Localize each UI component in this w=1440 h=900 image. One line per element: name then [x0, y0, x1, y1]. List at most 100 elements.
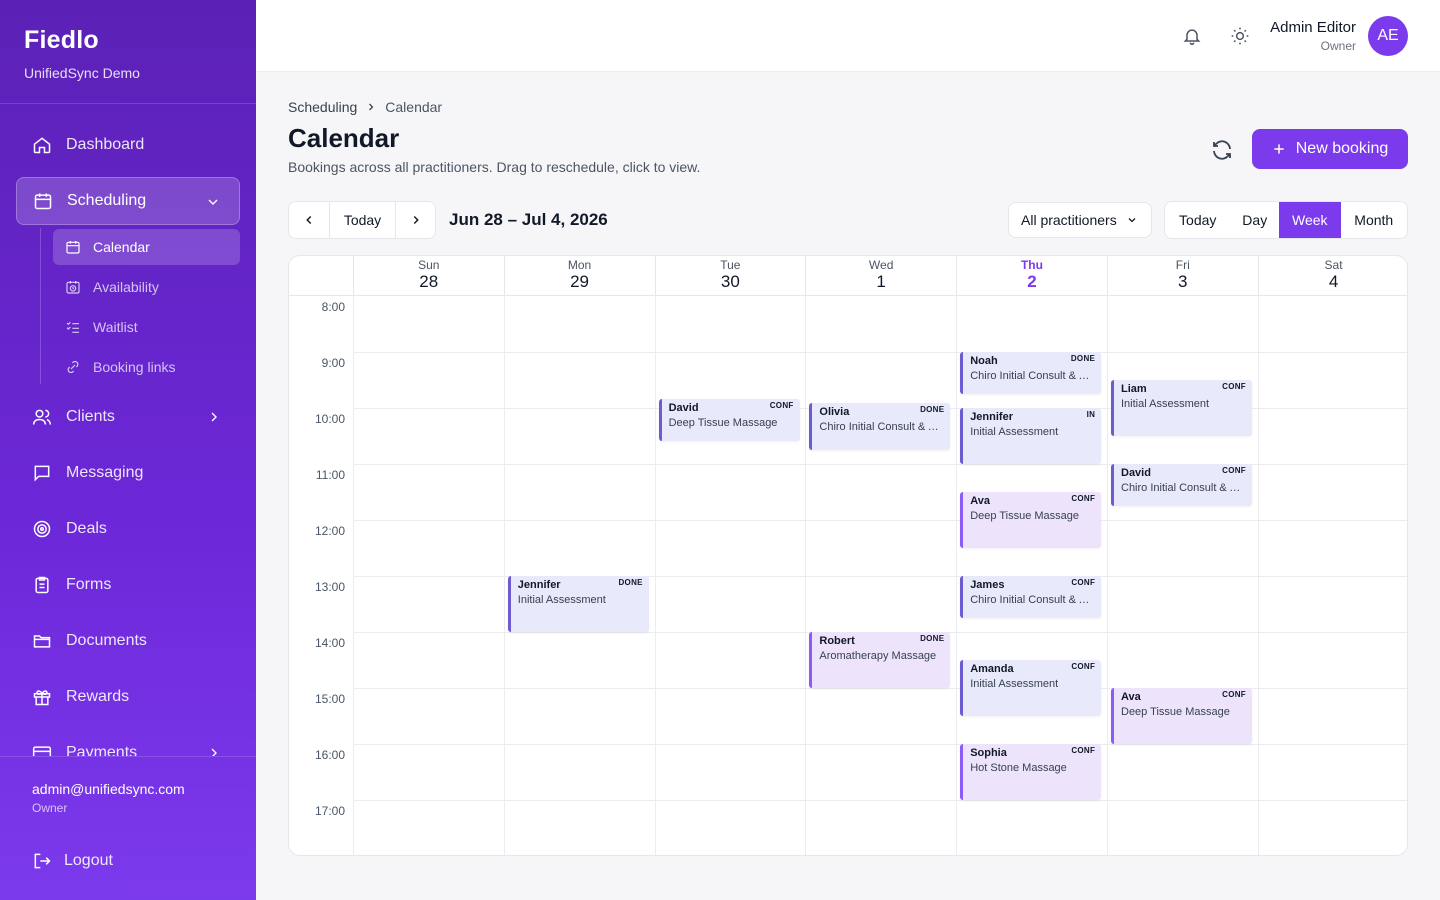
booking-status-badge: CONF: [1071, 578, 1096, 587]
booking-event[interactable]: IN Jennifer Initial Assessment: [960, 408, 1102, 464]
chevron-down-icon: [205, 194, 221, 210]
day-header[interactable]: Sat 4: [1257, 256, 1407, 296]
view-month-button[interactable]: Month: [1341, 202, 1407, 238]
sidebar-item-label: Documents: [66, 632, 147, 649]
hour-label: 17:00: [314, 804, 345, 818]
booking-event[interactable]: DONEOliviaChiro Initial Consult & Adjust…: [809, 403, 951, 450]
booking-event[interactable]: CONF Ava Deep Tissue Massage: [1111, 688, 1252, 744]
booking-service: Initial Assessment: [970, 426, 1059, 438]
page-title: Calendar: [288, 123, 400, 153]
booking-event[interactable]: DONE Jennifer Initial Assessment: [507, 576, 649, 632]
booking-service: Initial Assessment: [970, 678, 1059, 690]
view-day-button[interactable]: Day: [1230, 202, 1279, 238]
booking-event[interactable]: CONF Liam Initial Assessment: [1111, 380, 1252, 436]
breadcrumb-scheduling[interactable]: Scheduling: [288, 99, 357, 115]
logout-button[interactable]: Logout: [32, 851, 113, 871]
sidebar-item-label: Rewards: [66, 688, 130, 705]
avatar[interactable]: AE: [1368, 16, 1408, 56]
sidebar-item-rewards[interactable]: Rewards: [16, 673, 240, 721]
plus-icon: [1272, 142, 1286, 156]
calendar-icon: [33, 191, 53, 211]
app-subtitle: UnifiedSync Demo: [24, 65, 140, 81]
sidebar-subitem-waitlist[interactable]: Waitlist: [53, 309, 240, 345]
booking-status-badge: CONF: [1222, 382, 1246, 391]
clipboard-icon: [32, 575, 52, 595]
refresh-icon[interactable]: [1210, 138, 1234, 162]
booking-event[interactable]: CONFDavidChiro Initial Consult & Adjustm…: [1111, 464, 1252, 506]
next-week-button[interactable]: [396, 202, 435, 238]
sidebar-item-documents[interactable]: Documents: [16, 617, 240, 665]
breadcrumb: Scheduling Calendar: [288, 99, 442, 115]
hour-gridline: [353, 800, 1407, 801]
brand: Fiedlo UnifiedSync Demo: [0, 0, 256, 104]
booking-service: Deep Tissue Massage: [668, 416, 778, 429]
sun-icon[interactable]: [1230, 26, 1250, 46]
today-button[interactable]: Today: [330, 202, 396, 238]
week-calendar: Sun 28 Mon 29 Tue 30 Wed 1 Thu 2 Fri 3 Sat 4 8:00 9:00…: [288, 255, 1408, 856]
booking-status-badge: IN: [1086, 410, 1096, 419]
booking-service: Initial Assessment: [1121, 398, 1210, 410]
sidebar-item-dashboard[interactable]: Dashboard: [16, 121, 240, 169]
view-switcher: Today Day Week Month: [1164, 201, 1408, 239]
sidebar-item-label: Forms: [66, 576, 112, 593]
sidebar-subitem-availability[interactable]: Availability: [53, 269, 240, 305]
booking-event[interactable]: CONFJamesChiro Initial Consult & Adjustm…: [960, 576, 1102, 618]
date-range: Jun 28 – Jul 4, 2026: [449, 210, 608, 229]
booking-status-badge: CONF: [1222, 466, 1246, 475]
list-check-icon: [65, 319, 81, 335]
sidebar-item-payments[interactable]: Payments: [16, 729, 240, 756]
view-week-button[interactable]: Week: [1279, 202, 1341, 238]
day-header[interactable]: Thu 2: [956, 256, 1107, 296]
sidebar-item-messaging[interactable]: Messaging: [16, 449, 240, 497]
logout-icon: [32, 851, 52, 871]
day-header[interactable]: Tue 30: [654, 256, 806, 296]
booking-event[interactable]: DONE Robert Aromatherapy Massage: [809, 632, 951, 688]
previous-week-button[interactable]: [289, 202, 330, 238]
chevron-left-icon: [306, 215, 312, 225]
chevron-right-icon: [365, 101, 377, 113]
sidebar-item-clients[interactable]: Clients: [16, 393, 240, 441]
sidebar-subitem-calendar[interactable]: Calendar: [53, 229, 240, 265]
booking-event[interactable]: CONF Sophia Hot Stone Massage: [960, 744, 1102, 800]
booking-event[interactable]: CONF Ava Deep Tissue Massage: [960, 492, 1102, 548]
booking-event[interactable]: CONF Amanda Initial Assessment: [960, 660, 1102, 716]
sidebar-item-forms[interactable]: Forms: [16, 561, 240, 609]
bell-icon[interactable]: [1182, 26, 1202, 46]
calendar-clock-icon: [65, 279, 81, 295]
hour-gridline: [353, 352, 1407, 353]
sidebar-subitem-booking-links[interactable]: Booking links: [53, 349, 240, 385]
sidebar-item-label: Clients: [66, 408, 115, 425]
hour-label: 12:00: [314, 524, 345, 538]
practitioner-filter[interactable]: All practitioners: [1008, 202, 1152, 238]
link-icon: [65, 359, 81, 375]
sidebar-item-deals[interactable]: Deals: [16, 505, 240, 553]
message-icon: [32, 463, 52, 483]
booking-service: Chiro Initial Consult & Adjustment: [970, 594, 1095, 606]
new-booking-button[interactable]: New booking: [1252, 129, 1408, 169]
account-role: Owner: [32, 801, 68, 815]
sidebar-item-label: Dashboard: [66, 136, 145, 153]
app-name: Fiedlo: [24, 26, 99, 54]
sidebar-footer: admin@unifiedsync.com Owner Logout: [0, 756, 256, 900]
booking-service: Chiro Initial Consult & Adjustment: [819, 421, 944, 434]
submenu-guide-line: [40, 228, 41, 384]
view-today-button[interactable]: Today: [1165, 202, 1230, 238]
day-header[interactable]: Fri 3: [1107, 256, 1258, 296]
booking-event[interactable]: CONF David Deep Tissue Massage: [658, 398, 800, 441]
chevron-right-icon: [206, 745, 222, 756]
booking-event[interactable]: DONENoahChiro Initial Consult & Adjustme…: [960, 352, 1102, 394]
card-icon: [32, 743, 52, 756]
day-date: 2: [1027, 272, 1037, 291]
day-header[interactable]: Wed 1: [805, 256, 956, 296]
hour-gridline: [353, 520, 1407, 521]
day-header[interactable]: Mon 29: [503, 256, 655, 296]
hour-label: 8:00: [321, 300, 345, 314]
sidebar-item-label: Deals: [66, 520, 107, 537]
sidebar-subitem-label: Waitlist: [93, 319, 138, 335]
calendar-header: Sun 28 Mon 29 Tue 30 Wed 1 Thu 2 Fri 3 Sat 4: [289, 256, 1407, 296]
folder-icon: [32, 631, 52, 651]
hour-label: 14:00: [314, 636, 345, 650]
booking-status-badge: DONE: [618, 578, 643, 587]
sidebar-item-scheduling[interactable]: Scheduling: [16, 177, 240, 225]
day-header[interactable]: Sun 28: [353, 256, 504, 296]
